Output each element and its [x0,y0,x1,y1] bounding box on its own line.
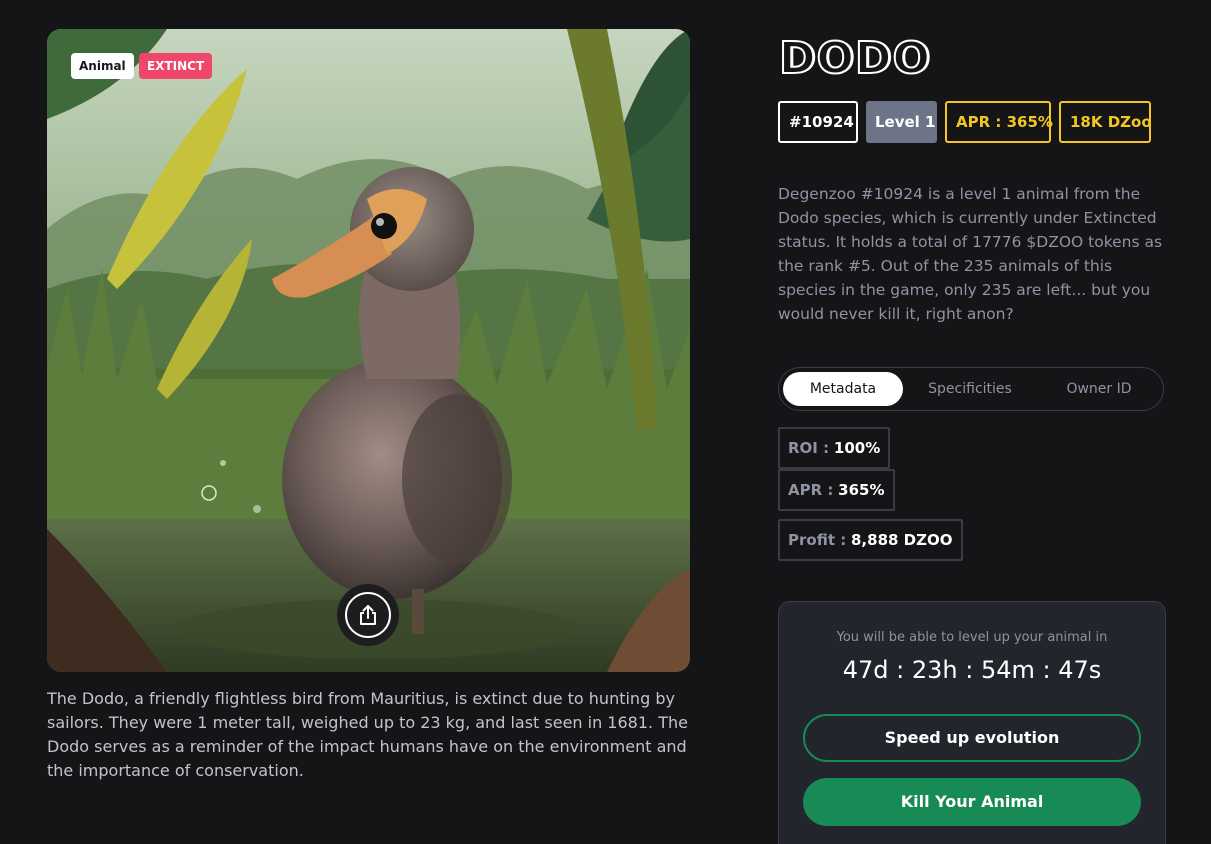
level-chip: Level 1 [866,101,937,143]
profit-stat: Profit : 8,888 DZOO [778,519,963,561]
level-up-note: You will be able to level up your animal… [836,630,1108,645]
animal-artwork: Animal EXTINCT [47,29,690,672]
animal-detail-page: Animal EXTINCT The Dodo, a friendly flig… [0,0,1211,844]
share-button[interactable] [337,584,399,646]
token-id-chip: #10924 [778,101,858,143]
info-tabs: Metadata Specificities Owner ID [778,367,1164,411]
animal-story-text: The Dodo, a friendly flightless bird fro… [47,689,688,780]
dodo-illustration [47,29,690,672]
roi-label: ROI : [788,439,830,457]
animal-summary-text: Degenzoo #10924 is a level 1 animal from… [778,185,1163,323]
speed-up-evolution-button[interactable]: Speed up evolution [803,714,1141,762]
animal-title: DODO [778,32,931,85]
share-icon [360,605,376,625]
profit-value: 8,888 DZOO [851,531,953,549]
apr-label: APR : [788,481,834,499]
evolution-panel: You will be able to level up your animal… [778,601,1166,844]
animal-type-badge: Animal [71,53,134,79]
kill-animal-button[interactable]: Kill Your Animal [803,778,1141,826]
roi-stat: ROI : 100% [778,427,891,469]
tab-owner-id[interactable]: Owner ID [1037,372,1161,406]
profit-label: Profit : [788,531,847,549]
tab-specificities[interactable]: Specificities [909,372,1031,406]
apr-chip: APR : 365% [945,101,1053,143]
roi-value: 100% [833,439,881,457]
apr-stat: APR : 365% [778,469,895,511]
share-button-ring [345,592,391,638]
apr-value: 365% [838,481,885,499]
dzoo-balance-chip: 18K DZoo [1059,101,1152,143]
level-up-countdown: 47d : 23h : 54m : 47s [842,656,1102,684]
tab-metadata[interactable]: Metadata [783,372,903,406]
extinct-status-badge: EXTINCT [139,53,213,79]
